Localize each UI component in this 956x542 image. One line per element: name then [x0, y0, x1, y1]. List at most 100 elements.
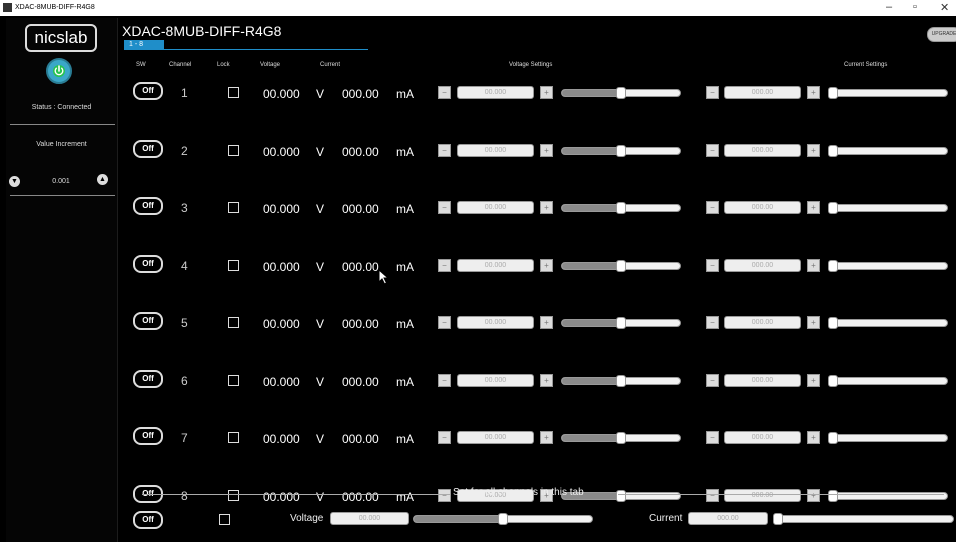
current-set-input[interactable]: 000.00 [724, 86, 801, 99]
current-decrement-button[interactable]: − [706, 373, 719, 387]
current-slider-track[interactable] [828, 491, 948, 500]
voltage-decrement-button[interactable]: − [438, 316, 451, 329]
voltage-set-input[interactable]: 00.000 [457, 201, 534, 214]
voltage-slider-thumb[interactable] [616, 317, 626, 329]
current-slider-thumb[interactable] [828, 374, 838, 387]
voltage-decrement-button[interactable]: − [438, 373, 451, 387]
channel-lock-checkbox[interactable] [228, 259, 239, 271]
current-decrement-button[interactable]: − [706, 316, 719, 329]
channel-lock-checkbox[interactable] [228, 432, 239, 443]
voltage-increment-button[interactable]: + [540, 258, 553, 272]
voltage-decrement-button[interactable]: − [438, 201, 451, 214]
current-slider-thumb[interactable] [828, 259, 838, 272]
current-increment-button[interactable]: + [807, 201, 820, 214]
close-button[interactable]: ✕ [940, 1, 949, 14]
channel-switch-button[interactable]: Off [133, 82, 163, 100]
current-increment-button[interactable]: + [807, 488, 820, 502]
minimize-button[interactable]: – [886, 1, 892, 13]
current-slider-thumb[interactable] [828, 87, 838, 99]
channel-lock-checkbox[interactable] [228, 87, 239, 98]
current-set-input[interactable]: 000.00 [724, 316, 801, 329]
current-slider-track[interactable] [828, 204, 948, 212]
voltage-set-input[interactable]: 00.000 [457, 316, 534, 329]
voltage-set-input[interactable]: 00.000 [457, 86, 534, 99]
all-current-slider-thumb[interactable] [773, 513, 783, 525]
channel-lock-checkbox[interactable] [228, 317, 239, 328]
voltage-increment-button[interactable]: + [540, 86, 553, 99]
voltage-decrement-button[interactable]: − [438, 143, 451, 157]
current-slider-track[interactable] [828, 146, 948, 155]
current-increment-button[interactable]: + [807, 86, 820, 99]
current-slider-thumb[interactable] [828, 317, 838, 329]
voltage-set-input[interactable]: 00.000 [457, 143, 534, 157]
current-slider-thumb[interactable] [828, 432, 838, 444]
channel-switch-button[interactable]: Off [133, 427, 163, 445]
power-icon[interactable] [46, 58, 72, 84]
channel-lock-checkbox[interactable] [228, 202, 239, 213]
voltage-decrement-button[interactable]: − [438, 258, 451, 272]
current-increment-button[interactable]: + [807, 258, 820, 272]
voltage-slider-thumb[interactable] [616, 144, 626, 157]
voltage-increment-button[interactable]: + [540, 201, 553, 214]
voltage-slider-thumb[interactable] [616, 202, 626, 214]
current-increment-button[interactable]: + [807, 316, 820, 329]
current-slider-track[interactable] [828, 261, 948, 270]
current-decrement-button[interactable]: − [706, 431, 719, 444]
channel-lock-checkbox[interactable] [228, 374, 239, 386]
current-decrement-button[interactable]: − [706, 86, 719, 99]
current-increment-button[interactable]: + [807, 431, 820, 444]
voltage-decrement-button[interactable]: − [438, 488, 451, 502]
up-arrow-icon[interactable]: ▲ [97, 174, 108, 185]
voltage-set-input[interactable]: 00.000 [457, 258, 534, 272]
all-voltage-slider-thumb[interactable] [498, 513, 508, 525]
voltage-slider-thumb[interactable] [616, 259, 626, 272]
channel-switch-button[interactable]: Off [133, 197, 163, 215]
current-slider-track[interactable] [828, 319, 948, 327]
channel-switch-button[interactable]: Off [133, 369, 163, 388]
current-set-input[interactable]: 000.00 [724, 258, 801, 272]
all-current-slider-track[interactable] [773, 515, 954, 523]
current-slider-thumb[interactable] [828, 144, 838, 157]
all-voltage-input[interactable]: 00.000 [330, 512, 409, 525]
voltage-set-input[interactable]: 00.000 [457, 373, 534, 387]
current-slider-thumb[interactable] [828, 489, 838, 502]
voltage-slider-thumb[interactable] [616, 489, 626, 502]
current-decrement-button[interactable]: − [706, 201, 719, 214]
current-increment-button[interactable]: + [807, 143, 820, 157]
channel-switch-button[interactable]: Off [133, 139, 163, 158]
all-current-input[interactable]: 000.00 [688, 512, 768, 525]
current-decrement-button[interactable]: − [706, 258, 719, 272]
down-arrow-icon[interactable]: ▼ [9, 176, 20, 187]
voltage-increment-button[interactable]: + [540, 316, 553, 329]
current-slider-track[interactable] [828, 376, 948, 385]
channel-switch-button[interactable]: Off [133, 312, 163, 330]
current-set-input[interactable]: 000.00 [724, 373, 801, 387]
current-decrement-button[interactable]: − [706, 143, 719, 157]
current-set-input[interactable]: 000.00 [724, 488, 801, 502]
current-set-input[interactable]: 000.00 [724, 201, 801, 214]
current-slider-thumb[interactable] [828, 202, 838, 214]
voltage-slider-thumb[interactable] [616, 374, 626, 387]
voltage-increment-button[interactable]: + [540, 431, 553, 444]
current-set-input[interactable]: 000.00 [724, 431, 801, 444]
all-channels-switch-button[interactable]: Off [133, 511, 163, 529]
channel-lock-checkbox[interactable] [228, 489, 239, 501]
voltage-set-input[interactable]: 00.000 [457, 431, 534, 444]
channel-number: 2 [181, 143, 188, 158]
channel-lock-checkbox[interactable] [228, 144, 239, 156]
voltage-increment-button[interactable]: + [540, 373, 553, 387]
voltage-increment-button[interactable]: + [540, 143, 553, 157]
current-increment-button[interactable]: + [807, 373, 820, 387]
current-decrement-button[interactable]: − [706, 488, 719, 502]
current-slider-track[interactable] [828, 434, 948, 442]
current-slider-track[interactable] [828, 89, 948, 97]
current-set-input[interactable]: 000.00 [724, 143, 801, 157]
voltage-slider-thumb[interactable] [616, 87, 626, 99]
upgrade-button[interactable]: UPGRADE [927, 27, 956, 42]
voltage-decrement-button[interactable]: − [438, 86, 451, 99]
maximize-button[interactable]: ▫ [913, 1, 917, 13]
all-channels-lock-checkbox[interactable] [219, 514, 230, 525]
channel-switch-button[interactable]: Off [133, 254, 163, 273]
voltage-decrement-button[interactable]: − [438, 431, 451, 444]
voltage-slider-thumb[interactable] [616, 432, 626, 444]
